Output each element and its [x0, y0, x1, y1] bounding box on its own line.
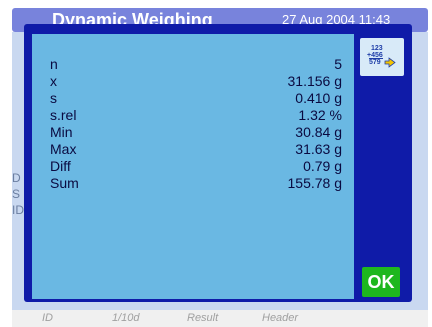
row-label: Min	[50, 124, 73, 140]
result-row-min: Min 30.84 g	[50, 124, 350, 140]
row-value: 1.32 %	[298, 107, 342, 123]
row-label: s	[50, 90, 57, 106]
nav-item-id: ID	[42, 312, 53, 324]
side-label: S	[12, 187, 21, 201]
row-value: 155.78 g	[287, 175, 343, 191]
row-value: 5	[334, 56, 342, 72]
row-label: n	[50, 56, 58, 72]
row-label: x	[50, 73, 57, 89]
nav-item-header: Header	[262, 312, 299, 324]
row-label: s.rel	[50, 107, 77, 123]
row-value: 0.79 g	[303, 158, 342, 174]
result-row-x: x 31.156 g	[50, 73, 350, 89]
results-panel: n 5 x 31.156 g s 0.410 g s.rel 1.32 % Mi…	[32, 34, 354, 299]
nav-item-result: Result	[187, 312, 219, 324]
row-label: Sum	[50, 175, 79, 191]
background-side-labels: D S ID	[12, 170, 24, 218]
row-value: 30.84 g	[295, 124, 342, 140]
nav-item-resolution: 1/10d	[112, 312, 140, 324]
results-dialog: n 5 x 31.156 g s 0.410 g s.rel 1.32 % Mi…	[24, 24, 412, 302]
row-label: Diff	[50, 158, 71, 174]
ok-button[interactable]: OK	[362, 267, 400, 297]
row-label: Max	[50, 141, 77, 157]
side-label: D	[12, 171, 21, 185]
dialog-button-column: 123 +456 579 OK	[360, 34, 404, 299]
row-value: 31.63 g	[295, 141, 342, 157]
result-row-max: Max 31.63 g	[50, 141, 350, 157]
svg-text:579: 579	[369, 59, 381, 66]
result-row-sum: Sum 155.78 g	[50, 175, 350, 191]
print-results-button[interactable]: 123 +456 579	[360, 38, 404, 76]
result-row-diff: Diff 0.79 g	[50, 158, 350, 174]
result-row-s: s 0.410 g	[50, 90, 350, 106]
side-label: ID	[12, 203, 24, 217]
print-list-icon: 123 +456 579	[367, 45, 396, 68]
result-row-srel: s.rel 1.32 %	[50, 107, 350, 123]
row-value: 0.410 g	[295, 90, 342, 106]
background-nav-bar: ID 1/10d Result Header	[12, 310, 428, 327]
svg-text:+456: +456	[367, 52, 383, 59]
result-row-n: n 5	[50, 56, 350, 72]
svg-text:123: 123	[371, 45, 383, 52]
row-value: 31.156 g	[287, 73, 343, 89]
